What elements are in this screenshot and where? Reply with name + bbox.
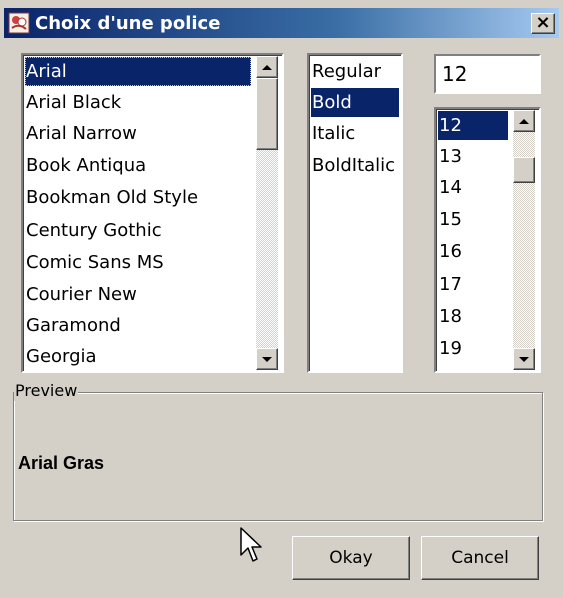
style-list-item[interactable]: Bold xyxy=(311,88,399,117)
font-list-item[interactable]: Comic Sans MS xyxy=(25,248,251,277)
font-list-item[interactable]: Arial Narrow xyxy=(25,119,251,148)
preview-legend: Preview xyxy=(14,381,79,401)
style-list-item[interactable]: BoldItalic xyxy=(311,151,399,180)
font-family-list[interactable]: Arial Arial Black Arial Narrow Book Anti… xyxy=(21,53,284,373)
size-list-scrollbar[interactable] xyxy=(513,110,535,370)
title-bar[interactable]: Choix d'une police × xyxy=(4,8,559,38)
preview-sample-text: Arial Gras xyxy=(18,453,105,473)
size-list-item[interactable]: 13 xyxy=(438,142,508,171)
font-list-item[interactable]: Garamond xyxy=(25,311,251,340)
font-chooser-icon xyxy=(8,12,30,34)
cancel-button[interactable]: Cancel xyxy=(421,536,539,580)
font-list-item[interactable]: Arial xyxy=(25,57,251,86)
size-list-item[interactable]: 12 xyxy=(438,111,508,140)
scroll-thumb[interactable] xyxy=(256,78,278,150)
font-chooser-dialog: Choix d'une police × Arial Arial Black A… xyxy=(0,0,563,598)
size-list-item[interactable]: 16 xyxy=(438,237,508,266)
close-button[interactable]: × xyxy=(531,13,555,34)
font-size-input[interactable]: 12 xyxy=(434,54,541,94)
arrow-up-icon xyxy=(262,64,272,70)
mouse-pointer-icon xyxy=(240,527,262,562)
scroll-thumb[interactable] xyxy=(513,157,535,183)
font-list-item[interactable]: Bookman Old Style xyxy=(25,183,251,212)
size-list-item[interactable]: 15 xyxy=(438,205,508,234)
font-list-scrollbar[interactable] xyxy=(256,56,278,370)
font-list-item[interactable]: Arial Black xyxy=(25,88,251,117)
font-list-item[interactable]: Courier New xyxy=(25,280,251,309)
scroll-down-button[interactable] xyxy=(256,348,278,370)
arrow-down-icon xyxy=(262,356,272,362)
size-list-item[interactable]: 14 xyxy=(438,173,508,202)
size-list-item[interactable]: 19 xyxy=(438,334,508,363)
font-list-item[interactable]: Century Gothic xyxy=(25,216,251,245)
size-list-item[interactable]: 18 xyxy=(438,302,508,331)
scroll-up-button[interactable] xyxy=(513,110,535,132)
font-style-list[interactable]: Regular Bold Italic BoldItalic xyxy=(307,53,403,373)
okay-button[interactable]: Okay xyxy=(292,536,410,580)
font-list-item[interactable]: Book Antiqua xyxy=(25,151,251,180)
dialog-title: Choix d'une police xyxy=(35,13,221,34)
scroll-down-button[interactable] xyxy=(513,348,535,370)
arrow-up-icon xyxy=(519,118,529,124)
scroll-up-button[interactable] xyxy=(256,56,278,78)
arrow-down-icon xyxy=(519,356,529,362)
style-list-item[interactable]: Regular xyxy=(311,57,399,86)
font-size-list[interactable]: 12 13 14 15 16 17 18 19 xyxy=(434,107,541,373)
font-list-item[interactable]: Georgia xyxy=(25,342,251,371)
style-list-item[interactable]: Italic xyxy=(311,119,399,148)
size-list-item[interactable]: 17 xyxy=(438,270,508,299)
